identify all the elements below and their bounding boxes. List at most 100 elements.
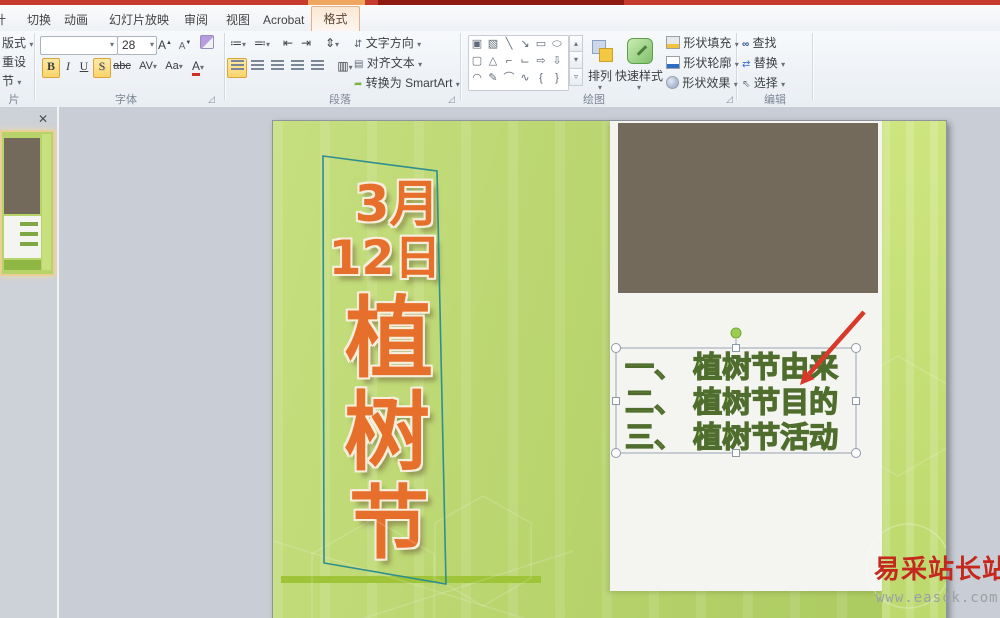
columns-icon: ▥ — [337, 59, 349, 73]
drawing-dialog-launcher[interactable]: ◿ — [724, 94, 735, 105]
thumb-text-line — [20, 232, 38, 236]
shape-icon[interactable]: ⇩ — [549, 53, 565, 70]
strikethrough-button[interactable]: abc — [111, 58, 133, 76]
shape-icon[interactable]: ▧ — [485, 36, 501, 53]
tab-slideshow[interactable]: 幻灯片放映 — [107, 10, 171, 31]
shrink-font-button[interactable]: A▼ — [176, 35, 194, 53]
content-list-line[interactable]: 一、 植树节由来 — [624, 350, 865, 383]
replace-button[interactable]: ⇄ 替换 ▾ — [742, 55, 785, 73]
font-dialog-launcher[interactable]: ◿ — [206, 94, 217, 105]
text-shadow-button[interactable]: S — [93, 58, 111, 78]
align-text-button[interactable]: ▤ 对齐文本 ▾ — [354, 55, 422, 73]
chevron-down-icon: ▾ — [734, 40, 739, 49]
underline-button[interactable]: U — [77, 58, 91, 76]
tab-review[interactable]: 审阅 — [182, 10, 210, 31]
align-center-icon — [250, 60, 264, 70]
shape-icon[interactable]: ⌒ — [501, 70, 517, 87]
clear-formatting-button[interactable] — [199, 35, 215, 53]
increase-indent-button[interactable]: ⇥ — [298, 35, 314, 53]
shape-icon[interactable]: ▢ — [469, 53, 485, 70]
shape-icon[interactable]: ⬭ — [549, 36, 565, 53]
font-size-combo[interactable]: 28 ▾ — [117, 36, 157, 55]
shape-icon[interactable]: ⌙ — [517, 53, 533, 70]
shape-icon[interactable]: ▭ — [533, 36, 549, 53]
font-color-button[interactable]: A▾ — [190, 58, 206, 76]
line-spacing-button[interactable]: ⇕▾ — [322, 35, 342, 53]
vertical-title-line[interactable]: 节 — [337, 481, 441, 567]
group-divider — [812, 33, 814, 101]
text-direction-button[interactable]: ⇵ 文字方向 ▾ — [354, 35, 421, 53]
accent-bar — [281, 576, 541, 583]
gallery-scroll-up-icon[interactable]: ▴ — [569, 35, 583, 52]
paragraph-dialog-launcher[interactable]: ◿ — [446, 94, 457, 105]
columns-button[interactable]: ▥▾ — [334, 58, 356, 76]
bullets-button[interactable]: ≔▾ — [228, 35, 248, 53]
select-button[interactable]: ⇖ 选择 ▾ — [742, 75, 785, 93]
justify-button[interactable] — [288, 58, 306, 76]
tab-format-active[interactable]: 格式 — [311, 6, 360, 32]
shape-icon[interactable]: { — [533, 70, 549, 87]
vertical-title-line[interactable]: 12日 — [323, 233, 447, 285]
bold-button[interactable]: B — [42, 58, 60, 78]
shape-icon[interactable]: ⌐ — [501, 53, 517, 70]
distribute-button[interactable] — [308, 58, 326, 76]
chevron-down-icon: ▾ — [781, 60, 786, 69]
layout-button[interactable]: 版式 ▾ — [2, 35, 33, 53]
reset-button[interactable]: 重设 — [2, 54, 26, 72]
tab-transitions[interactable]: 切换 — [25, 10, 53, 31]
shape-icon[interactable]: ╲ — [501, 36, 517, 53]
shape-icon[interactable]: } — [549, 70, 565, 87]
gallery-more-icon[interactable]: ▿ — [569, 69, 583, 86]
line-spacing-icon: ⇕ — [324, 36, 336, 50]
character-spacing-button[interactable]: AV▾ — [136, 58, 160, 76]
find-button[interactable]: ∞ 查找 — [742, 35, 777, 53]
paragraph-group-label: 段落 — [329, 94, 351, 106]
slides-group-label-clipped: 片 — [8, 94, 20, 106]
content-list-line[interactable]: 二、 植树节目的 — [624, 385, 865, 418]
shape-gallery[interactable]: ▣ ▧ ╲ ↘ ▭ ⬭ ▢ △ ⌐ ⌙ ⇨ ⇩ ◠ ✎ ⌒ ∿{} — [468, 35, 569, 91]
replace-arrows-icon: ⇄ — [742, 59, 751, 70]
gallery-scroll-down-icon[interactable]: ▾ — [569, 52, 583, 69]
tab-view[interactable]: 视图 — [224, 10, 252, 31]
shape-effects-button[interactable]: 形状效果 ▾ — [666, 75, 738, 93]
shape-icon[interactable]: ◠ — [469, 70, 485, 87]
shape-outline-button[interactable]: 形状轮廓 ▾ — [666, 55, 739, 73]
shape-icon[interactable]: ▣ — [469, 36, 485, 53]
tab-acrobat[interactable]: Acrobat — [261, 10, 306, 31]
italic-button[interactable]: I — [61, 58, 75, 76]
shape-gallery-scrollbar[interactable]: ▴ ▾ ▿ — [569, 35, 583, 89]
shape-icon[interactable]: ⇨ — [533, 53, 549, 70]
vertical-title-line[interactable]: 植 — [335, 291, 443, 387]
align-center-button[interactable] — [248, 58, 266, 76]
change-case-button[interactable]: Aa▾ — [162, 58, 186, 76]
section-button[interactable]: 节 ▾ — [2, 73, 21, 91]
chevron-down-icon: ▾ — [597, 83, 602, 92]
convert-smartart-button[interactable]: ➦ 转换为 SmartArt ▾ — [354, 75, 460, 93]
align-right-icon — [270, 60, 284, 70]
vertical-title-line[interactable]: 3月 — [347, 177, 447, 231]
tab-animations[interactable]: 动画 — [62, 10, 90, 31]
shape-icon[interactable]: ∿ — [517, 70, 533, 87]
numbering-button[interactable]: ≕▾ — [252, 35, 272, 53]
chevron-down-icon: ▾ — [335, 40, 340, 49]
text-direction-icon: ⇵ — [354, 39, 363, 50]
brush-icon — [636, 45, 648, 56]
image-placeholder[interactable] — [618, 123, 878, 293]
content-list-line[interactable]: 三、 植树节活动 — [624, 420, 865, 453]
font-name-combo[interactable]: ▾ — [40, 36, 118, 55]
shape-fill-button[interactable]: 形状填充 ▾ — [666, 35, 739, 53]
align-right-button[interactable] — [268, 58, 286, 76]
shape-icon[interactable]: △ — [485, 53, 501, 70]
chevron-down-icon: ▾ — [265, 40, 270, 49]
shape-icon[interactable]: ✎ — [485, 70, 501, 87]
vertical-title-line[interactable]: 树 — [333, 387, 441, 479]
grow-font-button[interactable]: A▲ — [156, 35, 174, 53]
pane-close-icon[interactable]: ✕ — [35, 111, 51, 127]
justify-icon — [290, 60, 304, 70]
editing-group-label: 编辑 — [764, 94, 786, 106]
shape-icon[interactable]: ↘ — [517, 36, 533, 53]
align-left-button[interactable] — [227, 58, 247, 78]
slide-thumbnail[interactable] — [0, 130, 55, 276]
tab-design-clipped[interactable]: 计 — [0, 10, 18, 31]
decrease-indent-button[interactable]: ⇤ — [280, 35, 296, 53]
